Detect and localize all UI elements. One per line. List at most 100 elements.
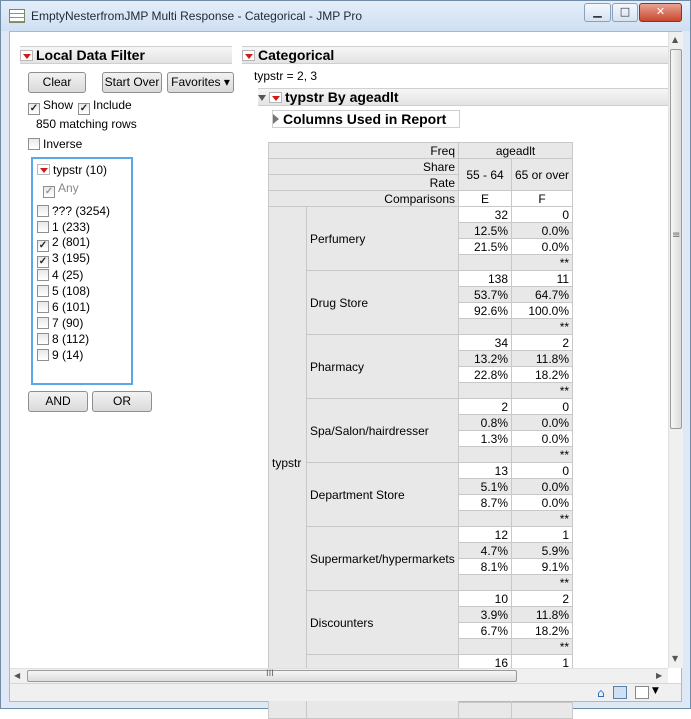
level-item[interactable]: 6 (101) [37, 299, 90, 314]
show-checkbox[interactable] [28, 103, 40, 115]
level-label: 2 (801) [52, 235, 91, 249]
maximize-button[interactable]: □ [612, 3, 638, 22]
local-data-filter-header: Local Data Filter [20, 46, 232, 64]
jmp-app-icon [9, 9, 25, 23]
cell-value: ** [510, 318, 574, 335]
table-icon[interactable] [613, 686, 627, 699]
row-label: Perfumery [306, 206, 459, 271]
level-checkbox[interactable] [37, 221, 49, 233]
typstr-menu-icon[interactable] [37, 164, 50, 175]
show-option[interactable]: Show [28, 98, 73, 115]
cell-value: 18.2% [510, 366, 574, 383]
cell-value: 0 [510, 206, 574, 223]
cell-value: 0.0% [510, 494, 574, 511]
level-item[interactable]: ??? (3254) [37, 203, 110, 218]
scroll-up-arrow[interactable]: ▲ [672, 35, 678, 44]
stat-label: Rate [268, 174, 459, 191]
crosstab-menu-icon[interactable] [269, 92, 282, 103]
cell-value: 0.0% [510, 430, 574, 447]
or-button[interactable]: OR [92, 391, 152, 412]
cell-value: 9.1% [510, 558, 574, 575]
cell-value: 0 [510, 398, 574, 415]
minimize-button[interactable]: ▁ [584, 3, 611, 22]
cell-value: 32 [458, 206, 512, 223]
app-window: EmptyNesterfromJMP Multi Response - Cate… [0, 0, 691, 719]
level-checkbox[interactable] [37, 205, 49, 217]
collapse-icon[interactable] [258, 95, 266, 101]
crosstab-title: typstr By ageadlt [285, 89, 399, 105]
cell-value: 0.0% [510, 414, 574, 431]
inverse-label: Inverse [43, 137, 83, 151]
cell-value: 2 [510, 334, 574, 351]
dropdown-arrow-icon[interactable]: ▼ [652, 686, 666, 699]
level-checkbox[interactable] [37, 285, 49, 297]
cell-value: 8.7% [458, 494, 512, 511]
cell-value: 0.0% [510, 238, 574, 255]
home-icon[interactable]: ⌂ [597, 686, 611, 700]
include-checkbox[interactable] [78, 103, 90, 115]
cell-value: ** [510, 382, 574, 399]
level-item[interactable]: 8 (112) [37, 331, 89, 346]
close-button[interactable]: ✕ [639, 3, 682, 22]
horizontal-scroll-thumb[interactable]: III [27, 669, 517, 682]
level-checkbox[interactable] [37, 317, 49, 329]
cell-value: 13 [458, 462, 512, 479]
level-item[interactable]: 9 (14) [37, 347, 83, 362]
level-item[interactable]: 3 (195) [37, 251, 90, 268]
start-over-button[interactable]: Start Over [102, 72, 162, 93]
level-label: 5 (108) [52, 284, 91, 298]
cell-value: ** [510, 510, 574, 527]
any-option[interactable]: Any [43, 181, 79, 198]
expand-icon[interactable] [273, 114, 279, 124]
include-option[interactable]: Include [78, 98, 132, 115]
include-label: Include [93, 98, 132, 112]
typstr-filter-title: typstr (10) [37, 163, 107, 177]
level-checkbox[interactable] [37, 349, 49, 361]
level-checkbox[interactable] [37, 269, 49, 281]
inverse-checkbox[interactable] [28, 138, 40, 150]
level-checkbox[interactable] [37, 333, 49, 345]
columns-used-outline[interactable]: Columns Used in Report [272, 110, 460, 128]
cell-value: 12 [458, 526, 512, 543]
cell-value [458, 446, 512, 463]
level-item[interactable]: 5 (108) [37, 283, 90, 298]
horizontal-scrollbar[interactable]: ◀ III ▶ [10, 668, 668, 683]
level-item[interactable]: 2 (801) [37, 235, 91, 252]
cell-value: 3.9% [458, 606, 512, 623]
vertical-scroll-thumb[interactable]: ≡ [670, 49, 682, 429]
cell-value: 10 [458, 590, 512, 607]
level-item[interactable]: 4 (25) [37, 267, 83, 282]
inverse-option[interactable]: Inverse [28, 136, 82, 151]
level-label: 7 (90) [52, 316, 84, 330]
cell-value [458, 318, 512, 335]
cell-value: 1.3% [458, 430, 512, 447]
cell-value: 6.7% [458, 622, 512, 639]
any-checkbox[interactable] [43, 186, 55, 198]
level-item[interactable]: 7 (90) [37, 315, 83, 330]
vertical-grip: ≡ [672, 230, 681, 241]
scroll-right-arrow[interactable]: ▶ [656, 671, 662, 680]
cell-value: ** [510, 254, 574, 271]
level-item[interactable]: 1 (233) [37, 219, 90, 234]
scroll-down-arrow[interactable]: ▼ [672, 654, 678, 663]
cell-value: 0.0% [510, 222, 574, 239]
window-list-icon[interactable] [635, 686, 649, 699]
favorites-dropdown[interactable]: Favorites ▾ [167, 72, 234, 93]
and-button[interactable]: AND [28, 391, 88, 412]
filter-menu-icon[interactable] [20, 50, 33, 61]
cell-value [458, 702, 512, 719]
categorical-header: Categorical [242, 46, 668, 64]
cell-value: 138 [458, 270, 512, 287]
cell-value [458, 574, 512, 591]
row-label: Supermarket/hypermarkets [306, 526, 459, 591]
level-label: 4 (25) [52, 268, 84, 282]
cell-value: 5.1% [458, 478, 512, 495]
clear-button[interactable]: Clear [28, 72, 86, 93]
scroll-left-arrow[interactable]: ◀ [14, 671, 20, 680]
cell-value: 12.5% [458, 222, 512, 239]
categorical-menu-icon[interactable] [242, 50, 255, 61]
vertical-scrollbar[interactable]: ▲ ≡ ▼ [668, 32, 683, 668]
cell-value: 0 [510, 462, 574, 479]
cell-value: 5.9% [510, 542, 574, 559]
level-checkbox[interactable] [37, 301, 49, 313]
